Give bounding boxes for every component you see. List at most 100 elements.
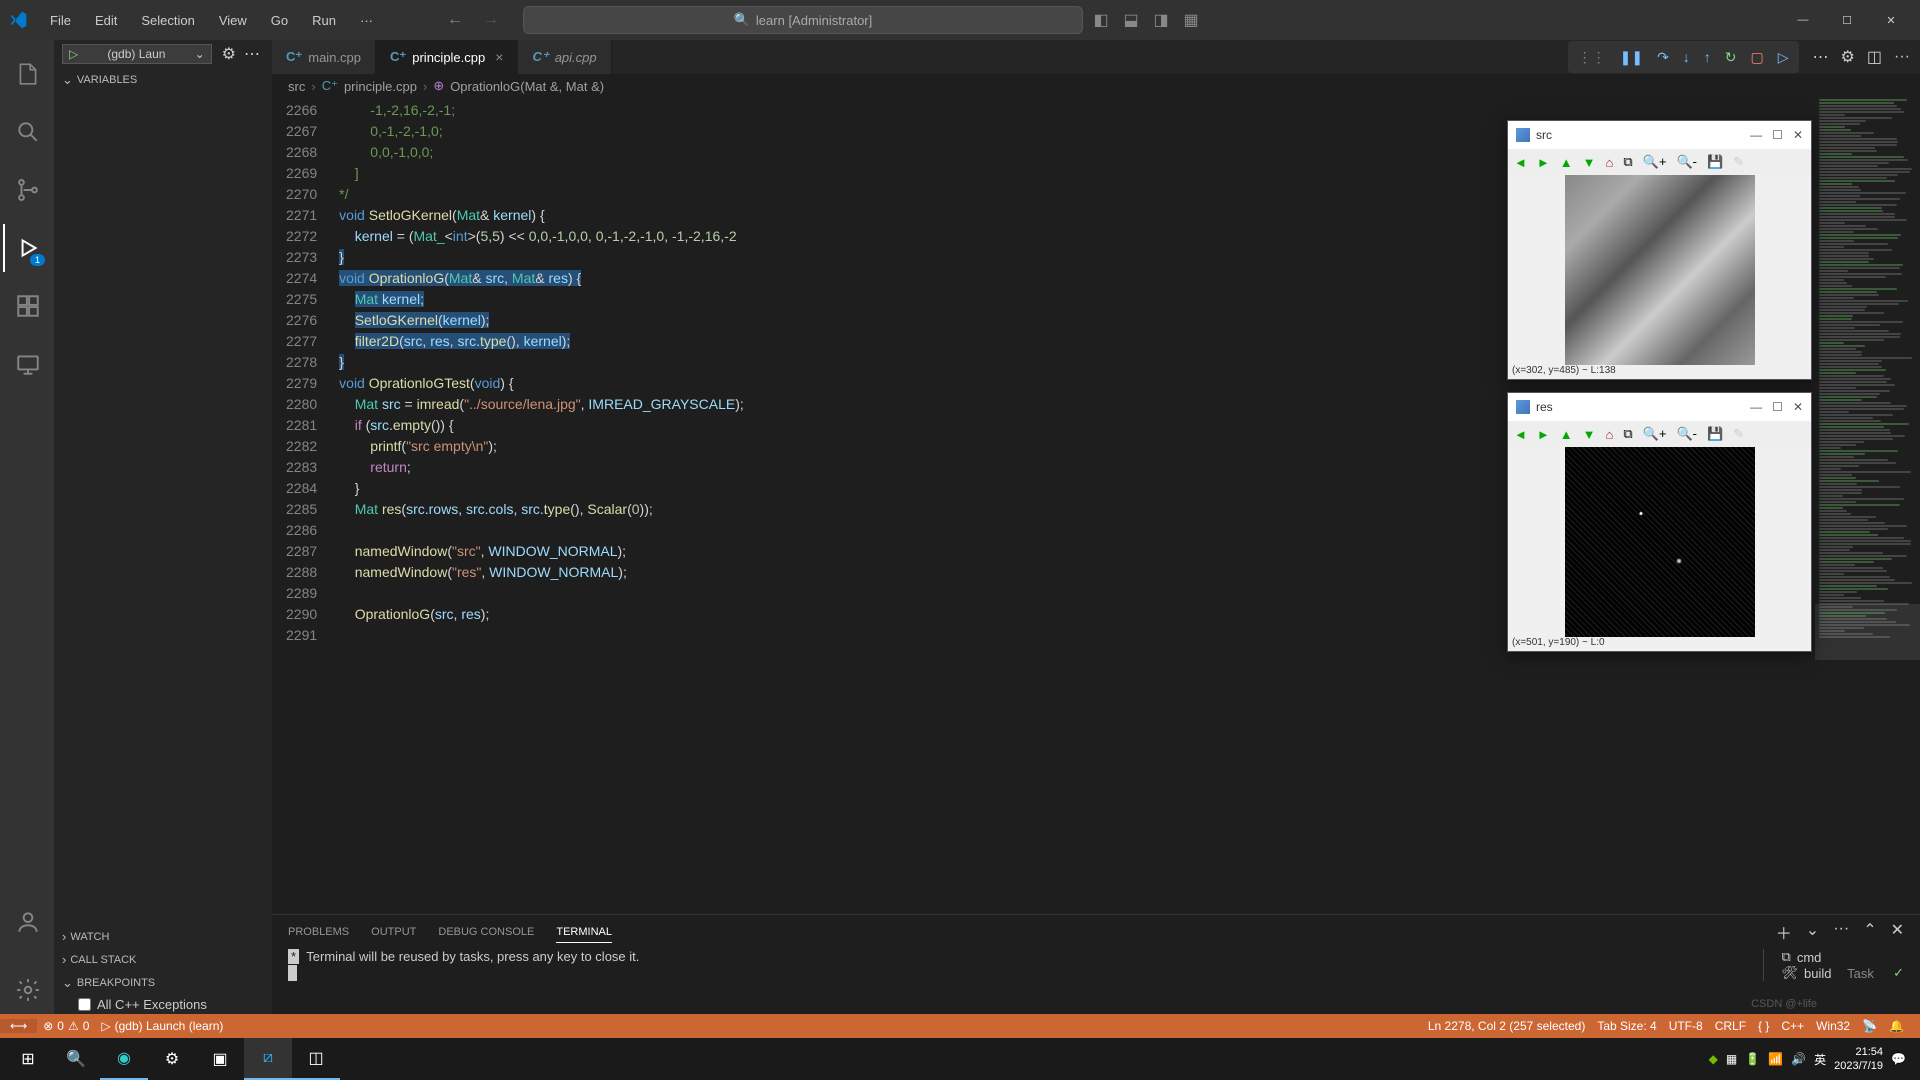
debug-restart-icon[interactable]: ↻ — [1725, 49, 1737, 66]
panel-more-icon[interactable]: ··· — [1833, 920, 1849, 944]
save-icon[interactable]: 💾 — [1707, 426, 1723, 442]
tab-api-cpp[interactable]: C⁺api.cpp — [518, 40, 611, 74]
tab-main-cpp[interactable]: C⁺main.cpp — [272, 40, 376, 74]
nav-up-icon[interactable]: ▲ — [1560, 155, 1573, 170]
layout-panel-icon[interactable]: ⬓ — [1117, 8, 1145, 32]
activity-scm-icon[interactable] — [3, 166, 51, 214]
activity-account-icon[interactable] — [3, 898, 51, 946]
editor-more-icon[interactable]: ··· — [1894, 48, 1910, 66]
activity-debug-icon[interactable]: 1 — [3, 224, 51, 272]
section-breakpoints[interactable]: ⌄BREAKPOINTS — [54, 971, 272, 995]
wand-icon[interactable]: ✎ — [1733, 154, 1744, 170]
bp-checkbox[interactable] — [78, 998, 91, 1011]
menu-file[interactable]: File — [40, 9, 81, 32]
window-maximize-icon[interactable]: ☐ — [1772, 128, 1783, 142]
launch-config-select[interactable]: ▷ (gdb) Laun ⌄ — [62, 44, 212, 64]
status-encoding[interactable]: UTF-8 — [1663, 1019, 1709, 1033]
breadcrumb-folder[interactable]: src — [288, 79, 305, 94]
minimap[interactable] — [1815, 98, 1920, 914]
terminal-content[interactable]: * Terminal will be reused by tasks, pres… — [272, 949, 1920, 1014]
panel-tab-terminal[interactable]: TERMINAL — [556, 922, 612, 943]
tray-volume-icon[interactable]: 🔊 — [1791, 1052, 1806, 1066]
breadcrumb[interactable]: src › C⁺ principle.cpp › ⊕ OprationloG(M… — [272, 74, 1920, 98]
minimap-viewport[interactable] — [1815, 604, 1920, 660]
zoom-in-icon[interactable]: 🔍+ — [1643, 426, 1667, 442]
section-variables[interactable]: ⌄VARIABLES — [54, 68, 272, 92]
breadcrumb-file[interactable]: principle.cpp — [344, 79, 417, 94]
tray-notifications-icon[interactable]: 💬 — [1891, 1052, 1906, 1066]
editor-split-icon[interactable]: ◫ — [1867, 47, 1882, 67]
tray-ime[interactable]: 英 — [1814, 1051, 1826, 1068]
window-close-icon[interactable]: ✕ — [1870, 5, 1912, 35]
tray-nvidia-icon[interactable]: ◆ — [1709, 1052, 1718, 1066]
activity-settings-icon[interactable] — [3, 966, 51, 1014]
taskbar-search-icon[interactable]: 🔍 — [52, 1038, 100, 1080]
taskbar-edge-icon[interactable]: ◉ — [100, 1038, 148, 1080]
status-launch[interactable]: ▷(gdb) Launch (learn) — [95, 1019, 229, 1033]
section-callstack[interactable]: ›CALL STACK — [54, 948, 272, 971]
status-position[interactable]: Ln 2278, Col 2 (257 selected) — [1422, 1019, 1591, 1033]
panel-tab-debug-console[interactable]: DEBUG CONSOLE — [438, 922, 534, 942]
breakpoint-item[interactable]: All C++ Exceptions — [54, 995, 272, 1014]
menu-run[interactable]: Run — [302, 9, 346, 32]
debug-pause-icon[interactable]: ❚❚ — [1620, 49, 1643, 66]
panel-tab-output[interactable]: OUTPUT — [371, 922, 416, 942]
nav-right-icon[interactable]: ► — [1537, 427, 1550, 442]
zoom-in-icon[interactable]: 🔍+ — [1643, 154, 1667, 170]
window-close-icon[interactable]: ✕ — [1793, 128, 1803, 142]
wand-icon[interactable]: ✎ — [1733, 426, 1744, 442]
tab-principle-cpp[interactable]: C⁺principle.cpp× — [376, 40, 518, 74]
menu-go[interactable]: Go — [261, 9, 298, 32]
terminal-new-icon[interactable]: ＋ — [1776, 920, 1792, 944]
nav-forward-icon[interactable]: → — [483, 11, 499, 29]
status-eol[interactable]: CRLF — [1709, 1019, 1752, 1033]
tab-close-icon[interactable]: × — [495, 49, 503, 65]
home-icon[interactable]: ⌂ — [1606, 427, 1614, 442]
debug-step-over-icon[interactable]: ↷ — [1657, 49, 1669, 66]
debug-continue-icon[interactable]: ▷ — [1778, 49, 1789, 66]
status-bell-icon[interactable]: 🔔 — [1883, 1019, 1910, 1033]
tray-clock[interactable]: 21:542023/7/19 — [1834, 1045, 1883, 1073]
activity-remote-icon[interactable] — [3, 340, 51, 388]
opencv-window-src[interactable]: src—☐✕ ◄►▲▼⌂⧉🔍+🔍-💾✎ (x=302, y=485) ~ L:1… — [1507, 120, 1812, 380]
nav-back-icon[interactable]: ← — [447, 11, 463, 29]
activity-extensions-icon[interactable] — [3, 282, 51, 330]
nav-left-icon[interactable]: ◄ — [1514, 427, 1527, 442]
menu-overflow[interactable]: ··· — [350, 9, 383, 32]
settings-gear-icon[interactable]: ⚙ — [222, 44, 236, 64]
status-errors[interactable]: ⊗0⚠0 — [37, 1019, 95, 1033]
layout-sidebar-left-icon[interactable]: ◧ — [1087, 8, 1115, 32]
debug-step-out-icon[interactable]: ↑ — [1704, 49, 1711, 65]
status-tabsize[interactable]: Tab Size: 4 — [1591, 1019, 1662, 1033]
zoom-ext-icon[interactable]: ⧉ — [1623, 154, 1632, 170]
panel-maximize-icon[interactable]: ⌃ — [1863, 920, 1876, 944]
layout-sidebar-right-icon[interactable]: ◨ — [1147, 8, 1175, 32]
nav-down-icon[interactable]: ▼ — [1583, 427, 1596, 442]
save-icon[interactable]: 💾 — [1707, 154, 1723, 170]
window-minimize-icon[interactable]: — — [1782, 5, 1824, 35]
nav-left-icon[interactable]: ◄ — [1514, 155, 1527, 170]
terminal-group-cmd[interactable]: ⧉cmd — [1782, 949, 1904, 965]
nav-down-icon[interactable]: ▼ — [1583, 155, 1596, 170]
activity-explorer-icon[interactable] — [3, 50, 51, 98]
taskbar-vscode-icon[interactable]: ⧄ — [244, 1038, 292, 1080]
tray-app-icon[interactable]: ▦ — [1726, 1052, 1737, 1066]
zoom-out-icon[interactable]: 🔍- — [1676, 426, 1697, 442]
debug-stop-icon[interactable]: ▢ — [1751, 49, 1764, 66]
menu-view[interactable]: View — [209, 9, 257, 32]
zoom-ext-icon[interactable]: ⧉ — [1623, 426, 1632, 442]
command-center[interactable]: 🔍 learn [Administrator] — [523, 6, 1083, 34]
status-braces[interactable]: { } — [1752, 1019, 1775, 1033]
status-lang[interactable]: C++ — [1775, 1019, 1810, 1033]
status-feedback-icon[interactable]: 📡 — [1856, 1019, 1883, 1033]
window-close-icon[interactable]: ✕ — [1793, 400, 1803, 414]
section-watch[interactable]: ›WATCH — [54, 925, 272, 948]
activity-search-icon[interactable] — [3, 108, 51, 156]
nav-up-icon[interactable]: ▲ — [1560, 427, 1573, 442]
home-icon[interactable]: ⌂ — [1606, 155, 1614, 170]
taskbar-terminal-icon[interactable]: ▣ — [196, 1038, 244, 1080]
opencv-window-res[interactable]: res—☐✕ ◄►▲▼⌂⧉🔍+🔍-💾✎ (x=501, y=190) ~ L:0 — [1507, 392, 1812, 652]
layout-customize-icon[interactable]: ▦ — [1177, 8, 1205, 32]
breadcrumb-function[interactable]: OprationloG(Mat &, Mat &) — [450, 79, 604, 94]
terminal-split-icon[interactable]: ⌄ — [1806, 920, 1819, 944]
